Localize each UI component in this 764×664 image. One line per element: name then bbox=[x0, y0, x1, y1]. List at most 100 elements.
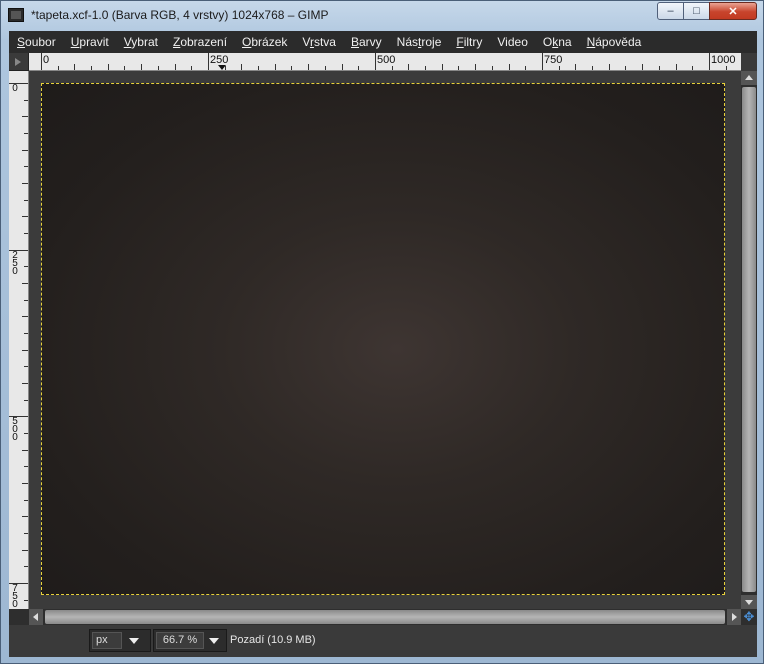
ruler-tick bbox=[675, 64, 677, 70]
ruler-tick bbox=[24, 99, 28, 101]
ruler-tick bbox=[191, 66, 193, 70]
quick-mask-toggle[interactable] bbox=[9, 53, 29, 71]
ruler-tick bbox=[24, 166, 28, 168]
ruler-tick bbox=[24, 466, 28, 468]
vertical-ruler-label: 0 bbox=[12, 83, 18, 94]
ruler-tick bbox=[491, 66, 493, 70]
chevron-down-icon[interactable] bbox=[209, 638, 219, 644]
ruler-tick bbox=[24, 366, 28, 368]
ruler-tick bbox=[24, 499, 28, 501]
menu-item-label-part: obrazení bbox=[180, 35, 228, 49]
canvas-area[interactable] bbox=[29, 71, 741, 609]
ruler-tick bbox=[24, 199, 28, 201]
menu-item[interactable]: Obrázek bbox=[234, 35, 294, 49]
menu-item[interactable]: Upravit bbox=[63, 35, 116, 49]
ruler-tick bbox=[425, 66, 427, 70]
horizontal-ruler-label: 750 bbox=[543, 54, 563, 66]
menu-item-label-part: brázek bbox=[251, 35, 288, 49]
ruler-tick bbox=[608, 64, 610, 70]
zoom-select[interactable]: 66.7 % bbox=[153, 629, 227, 652]
ruler-tick bbox=[541, 53, 543, 70]
menu-item[interactable]: Vrstva bbox=[294, 35, 343, 49]
ruler-tick bbox=[358, 66, 360, 70]
ruler-tick bbox=[241, 64, 243, 70]
scroll-down-icon[interactable] bbox=[741, 595, 757, 609]
title-bar[interactable]: *tapeta.xcf-1.0 (Barva RGB, 4 vrstvy) 10… bbox=[1, 1, 763, 31]
ruler-tick bbox=[74, 64, 76, 70]
menu-item-label-part: ápověda bbox=[595, 35, 642, 49]
ruler-tick bbox=[22, 383, 28, 384]
status-bar: px 66.7 % Pozadí (10.9 MB) bbox=[9, 625, 757, 657]
ruler-tick bbox=[57, 66, 59, 70]
menu-arrow-icon bbox=[15, 58, 21, 66]
menu-item[interactable]: Okna bbox=[535, 35, 579, 49]
ruler-tick bbox=[22, 483, 28, 484]
ruler-tick bbox=[91, 66, 93, 70]
chevron-down-icon[interactable] bbox=[129, 638, 139, 644]
unit-value: px bbox=[92, 632, 122, 649]
menu-item-label-part: iltry bbox=[463, 35, 483, 49]
menu-item-label-part: arvy bbox=[359, 35, 382, 49]
layer-status-text: Pozadí (10.9 MB) bbox=[230, 634, 316, 646]
menu-item[interactable]: Video bbox=[489, 35, 534, 49]
menu-item[interactable]: Barvy bbox=[343, 35, 389, 49]
ruler-tick bbox=[124, 66, 126, 70]
ruler-tick bbox=[308, 64, 310, 70]
horizontal-ruler[interactable]: 0 250 500 750 1000 bbox=[29, 53, 741, 71]
layer-boundary bbox=[41, 83, 725, 595]
gimp-app-icon[interactable] bbox=[8, 8, 24, 22]
vertical-scroll-thumb[interactable] bbox=[742, 87, 756, 592]
zoom-value[interactable]: 66.7 % bbox=[156, 632, 204, 649]
scroll-up-icon[interactable] bbox=[741, 71, 757, 85]
scroll-left-icon[interactable] bbox=[29, 609, 43, 625]
close-button[interactable]: ✕ bbox=[709, 2, 757, 20]
menu-item-label-part: Video bbox=[497, 35, 528, 49]
unit-select[interactable]: px bbox=[89, 629, 151, 652]
menu-item-mnemonic: N bbox=[586, 35, 596, 49]
vertical-scrollbar[interactable] bbox=[741, 71, 757, 609]
menu-item[interactable]: Nápověda bbox=[579, 35, 649, 49]
minimize-button[interactable]: – bbox=[657, 2, 684, 20]
menu-item-label-part: Nás bbox=[396, 35, 419, 49]
ruler-tick bbox=[508, 64, 510, 70]
ruler-tick bbox=[558, 66, 560, 70]
ruler-tick bbox=[24, 533, 28, 534]
ruler-tick bbox=[141, 64, 143, 70]
vertical-ruler-label: 500 bbox=[12, 416, 18, 444]
menu-item[interactable]: Nástroje bbox=[389, 35, 449, 49]
ruler-tick bbox=[441, 64, 443, 70]
menu-item[interactable]: Soubor bbox=[9, 35, 63, 49]
ruler-tick bbox=[708, 53, 710, 70]
menu-item[interactable]: Filtry bbox=[448, 35, 489, 49]
menu-item-label-part: O bbox=[542, 35, 553, 49]
ruler-tick bbox=[22, 183, 28, 184]
menu-item-label-part: V bbox=[302, 35, 310, 49]
horizontal-scrollbar[interactable] bbox=[29, 609, 741, 625]
menu-item-label-part: ybrat bbox=[131, 35, 158, 49]
ruler-tick bbox=[22, 549, 28, 551]
horizontal-ruler-label: 500 bbox=[376, 54, 396, 66]
ruler-tick bbox=[24, 299, 28, 301]
menu-item[interactable]: Vybrat bbox=[116, 35, 165, 49]
ruler-tick bbox=[458, 66, 460, 70]
ruler-tick bbox=[24, 133, 28, 134]
horizontal-scroll-thumb[interactable] bbox=[45, 610, 725, 624]
ruler-tick bbox=[174, 64, 176, 70]
ruler-tick bbox=[341, 64, 343, 70]
ruler-tick bbox=[22, 116, 28, 118]
menu-item-label-part: na bbox=[558, 35, 572, 49]
image-window-client: Soubor Upravit Vybrat Zobrazení Obrázek Vrstv… bbox=[9, 31, 757, 657]
menu-item-label-part: stva bbox=[313, 35, 336, 49]
menu-item[interactable]: Zobrazení bbox=[165, 35, 234, 49]
menu-item-label-part: roje bbox=[421, 35, 442, 49]
ruler-tick bbox=[24, 433, 28, 434]
menu-item-label-part: pravit bbox=[79, 35, 109, 49]
ruler-tick bbox=[24, 333, 28, 334]
gimp-window: *tapeta.xcf-1.0 (Barva RGB, 4 vrstvy) 10… bbox=[0, 0, 764, 664]
vertical-ruler[interactable]: 0 250 500 750 bbox=[9, 71, 29, 609]
navigate-icon[interactable]: ✥ bbox=[741, 609, 757, 625]
menu-item-mnemonic: B bbox=[350, 35, 359, 49]
scroll-right-icon[interactable] bbox=[727, 609, 741, 625]
maximize-button[interactable]: □ bbox=[683, 2, 710, 20]
menu-item-mnemonic: O bbox=[242, 35, 252, 49]
